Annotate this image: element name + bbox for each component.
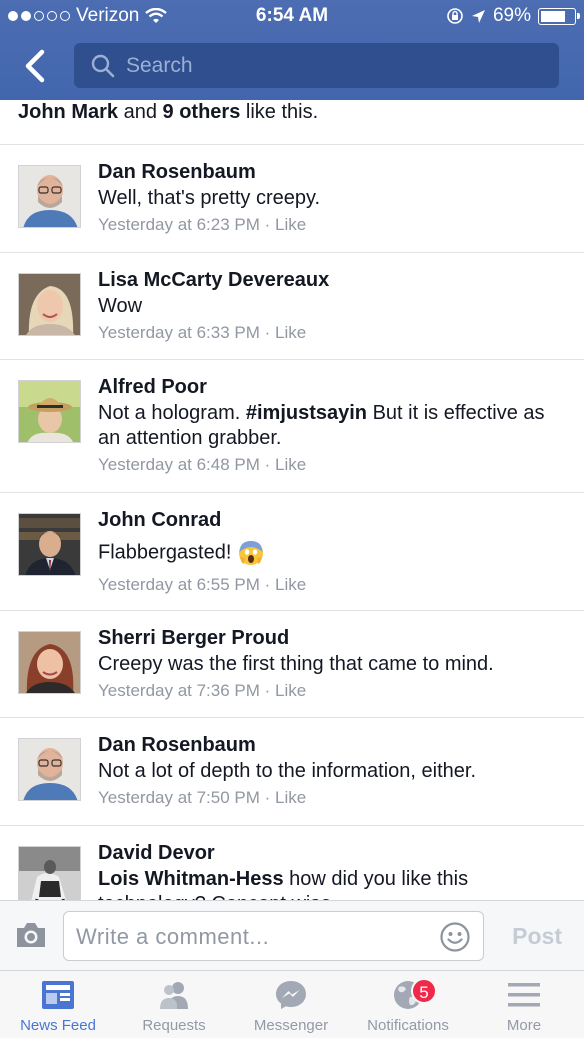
avatar[interactable] <box>18 273 81 336</box>
meta-separator: · <box>259 575 276 594</box>
comment-item: Alfred Poor Not a hologram. #imjustsayin… <box>0 360 584 493</box>
comment-item: Sherri Berger Proud Creepy was the first… <box>0 611 584 718</box>
comment-text: Not a hologram. #imjustsayin But it is e… <box>98 401 566 451</box>
comment-text: Wow <box>98 295 143 317</box>
news-feed-icon <box>42 981 74 1009</box>
tab-news-feed[interactable]: News Feed <box>0 971 116 1038</box>
avatar[interactable] <box>18 513 81 576</box>
battery-icon <box>538 7 580 25</box>
search-placeholder: Search <box>126 53 193 77</box>
search-bar[interactable]: Search <box>74 43 559 88</box>
hashtag-link[interactable]: #imjustsayin <box>246 402 367 424</box>
location-arrow-icon <box>471 9 485 23</box>
comment-time[interactable]: Yesterday at 6:33 PM <box>98 323 260 342</box>
comment-item: Lisa McCarty Devereaux Wow Yesterday at … <box>0 253 584 360</box>
comment-placeholder: Write a comment... <box>76 924 270 949</box>
comment-text-part: Flabbergasted! <box>98 541 232 564</box>
status-right: 69% <box>446 5 580 27</box>
liker-name[interactable]: John Mark <box>18 101 118 123</box>
like-link[interactable]: Like <box>275 575 306 594</box>
likes-suffix: like this. <box>240 101 319 123</box>
avatar[interactable] <box>18 846 81 900</box>
mention-link[interactable]: Lois Whitman-Hess <box>98 868 284 890</box>
comment-text: Well, that's pretty creepy. <box>98 187 321 209</box>
meta-separator: · <box>259 681 276 700</box>
tab-messenger[interactable]: Messenger <box>233 971 349 1038</box>
comment-text-part: Not a hologram. <box>98 402 246 424</box>
tab-label: More <box>506 1017 542 1034</box>
likes-summary[interactable]: John Mark and 9 others like this. <box>0 100 584 145</box>
back-arrow-icon[interactable] <box>18 46 52 86</box>
avatar[interactable] <box>18 631 81 694</box>
emoji-smile-icon[interactable] <box>439 921 471 953</box>
like-link[interactable]: Like <box>275 681 306 700</box>
scream-emoji-icon <box>239 541 264 565</box>
orientation-lock-icon <box>447 8 463 24</box>
post-button[interactable]: Post <box>512 923 562 950</box>
battery-percent: 69% <box>492 5 531 26</box>
commenter-name[interactable]: Dan Rosenbaum <box>98 732 566 759</box>
like-link[interactable]: Like <box>275 788 306 807</box>
others-count[interactable]: 9 others <box>163 101 241 123</box>
meta-separator: · <box>259 788 276 807</box>
commenter-name[interactable]: Dan Rosenbaum <box>98 159 566 186</box>
comment-text: Not a lot of depth to the information, e… <box>98 760 477 782</box>
like-link[interactable]: Like <box>275 215 306 234</box>
tab-label: Notifications <box>367 1017 449 1034</box>
comment-text: Lois Whitman-Hess how did you like this … <box>98 867 566 900</box>
meta-separator: · <box>259 323 276 342</box>
comment-time[interactable]: Yesterday at 7:50 PM <box>98 788 260 807</box>
comment-text: Flabbergasted! <box>98 539 566 567</box>
comment-meta: Yesterday at 7:50 PM · Like <box>98 784 566 812</box>
tab-label: Requests <box>142 1017 206 1034</box>
menu-icon <box>508 983 540 1007</box>
avatar[interactable] <box>18 380 81 443</box>
tab-bar: News Feed Requests Messenger 5 Notificat… <box>0 970 584 1038</box>
comments-feed[interactable]: John Mark and 9 others like this. Dan Ro… <box>0 100 584 900</box>
comment-time[interactable]: Yesterday at 7:36 PM <box>98 681 260 700</box>
likes-conjunction: and <box>118 101 163 123</box>
comment-time[interactable]: Yesterday at 6:23 PM <box>98 215 260 234</box>
status-bar: Verizon 6:54 AM 69% <box>0 0 584 34</box>
avatar[interactable] <box>18 165 81 228</box>
avatar[interactable] <box>18 738 81 801</box>
tab-requests[interactable]: Requests <box>116 971 232 1038</box>
comment-time[interactable]: Yesterday at 6:55 PM <box>98 575 260 594</box>
comment-meta: Yesterday at 6:55 PM · Like <box>98 571 566 599</box>
notification-badge: 5 <box>411 978 437 1004</box>
comment-item: John Conrad Flabbergasted! Yesterday at … <box>0 493 584 611</box>
tab-label: Messenger <box>253 1017 329 1034</box>
commenter-name[interactable]: Alfred Poor <box>98 374 566 401</box>
comment-meta: Yesterday at 6:23 PM · Like <box>98 211 566 239</box>
messenger-icon <box>276 981 306 1009</box>
meta-separator: · <box>259 215 276 234</box>
like-link[interactable]: Like <box>275 455 306 474</box>
camera-icon[interactable] <box>14 920 48 950</box>
search-icon <box>91 54 115 77</box>
meta-separator: · <box>259 455 276 474</box>
tab-more[interactable]: More <box>466 971 582 1038</box>
comment-item: David Devor Lois Whitman-Hess how did yo… <box>0 826 584 900</box>
tab-notifications[interactable]: 5 Notifications <box>350 971 466 1038</box>
commenter-name[interactable]: John Conrad <box>98 507 566 534</box>
comment-meta: Yesterday at 6:48 PM · Like <box>98 451 566 479</box>
comment-input[interactable]: Write a comment... <box>63 911 484 961</box>
header: Verizon 6:54 AM 69% Search <box>0 0 584 100</box>
comment-item: Dan Rosenbaum Not a lot of depth to the … <box>0 718 584 826</box>
comment-meta: Yesterday at 7:36 PM · Like <box>98 677 566 705</box>
comment-item: Dan Rosenbaum Well, that's pretty creepy… <box>0 145 584 253</box>
comment-composer: Write a comment... Post <box>0 900 584 970</box>
commenter-name[interactable]: Lisa McCarty Devereaux <box>98 267 566 294</box>
tab-label: News Feed <box>20 1017 96 1034</box>
comment-meta: Yesterday at 6:33 PM · Like <box>98 319 566 347</box>
comment-time[interactable]: Yesterday at 6:48 PM <box>98 455 260 474</box>
commenter-name[interactable]: Sherri Berger Proud <box>98 625 566 652</box>
like-link[interactable]: Like <box>275 323 306 342</box>
friend-requests-icon <box>160 982 188 1009</box>
comment-text: Creepy was the first thing that came to … <box>98 653 494 675</box>
commenter-name[interactable]: David Devor <box>98 840 566 867</box>
